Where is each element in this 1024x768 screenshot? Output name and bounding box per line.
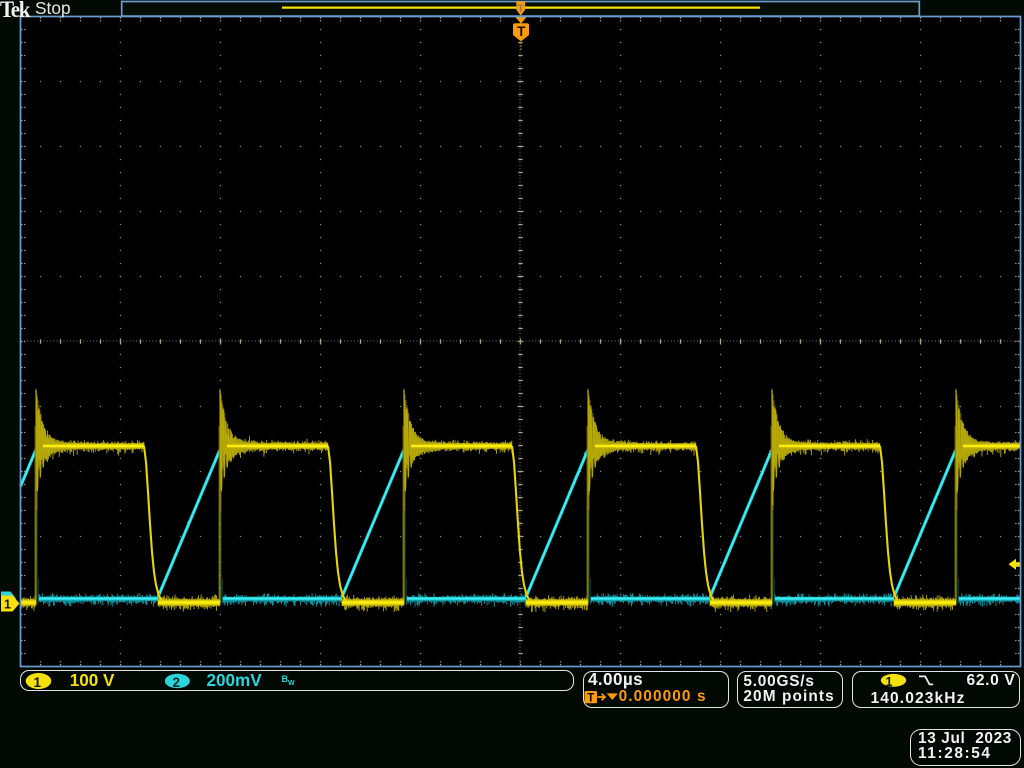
svg-text:T: T: [587, 693, 594, 705]
